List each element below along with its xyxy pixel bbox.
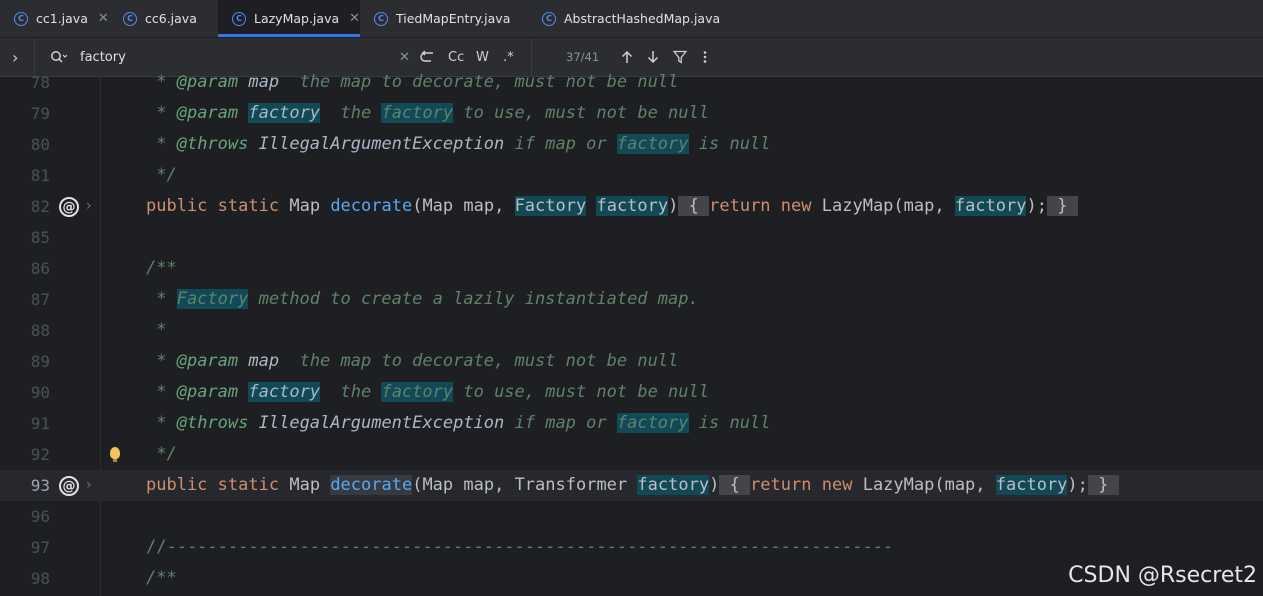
search-match: factory [637,475,710,495]
search-match: factory [596,196,669,216]
tab-label: cc6.java [145,11,197,26]
code-line: 79 * @param factory the factory to use, … [0,98,1263,129]
folded-brace: { [719,475,751,495]
line-number: 85 [30,228,50,247]
code-text: * @param map the map to decorate, must n… [146,351,679,371]
java-class-icon: C [14,11,28,26]
code-text: * @param factory the factory to use, mus… [146,382,709,402]
code-editor[interactable]: 78 * @param map the map to decorate, mus… [0,72,1263,596]
line-number: 89 [30,352,50,371]
line-number: 98 [30,569,50,588]
line-number: 80 [30,135,50,154]
code-line: 78 * @param map the map to decorate, mus… [0,67,1263,98]
code-line: 92 */ [0,439,1263,470]
close-icon[interactable]: ✕ [98,11,109,26]
line-number: 91 [30,414,50,433]
code-text: /** [146,258,177,278]
code-text: */ [146,165,177,185]
tab-label: TiedMapEntry.java [396,11,511,26]
code-text: public static Map decorate(Map map, Tran… [146,470,1119,501]
usage-highlight: decorate [330,475,413,495]
search-match: factory [616,413,689,433]
code-line: 89 * @param map the map to decorate, mus… [0,346,1263,377]
search-match: factory [381,103,454,123]
code-line: 86 /** [0,253,1263,284]
line-number: 86 [30,259,50,278]
java-class-icon: C [123,11,137,26]
search-match: Factory [176,289,249,309]
editor-tab-bar: C cc1.java ✕ C cc6.java C LazyMap.java ✕… [0,0,1263,38]
search-match: factory [616,134,689,154]
annotation-gutter-icon[interactable]: @ [59,197,79,217]
tab-abstracthashedmap[interactable]: C AbstractHashedMap.java [528,0,738,37]
code-line-current: 93 @ › public static Map decorate(Map ma… [0,470,1263,501]
line-number: 79 [30,104,50,123]
search-match: factory [248,382,321,402]
code-line: 81 */ [0,160,1263,191]
code-line: 82 @ › public static Map decorate(Map ma… [0,191,1263,222]
code-line: 90 * @param factory the factory to use, … [0,377,1263,408]
code-text: * @param map the map to decorate, must n… [146,72,679,92]
search-match: factory [995,475,1068,495]
code-text: * @throws IllegalArgumentException if ma… [146,134,771,154]
line-number: 90 [30,383,50,402]
line-number: 88 [30,321,50,340]
folded-brace: } [1087,475,1119,495]
tab-cc1[interactable]: C cc1.java ✕ [0,0,109,37]
line-number: 81 [30,166,50,185]
code-line: 91 * @throws IllegalArgumentException if… [0,408,1263,439]
code-text: /** [146,568,177,588]
code-text: */ [146,444,177,464]
line-number: 97 [30,538,50,557]
code-text: //--------------------------------------… [146,537,894,557]
line-number: 87 [30,290,50,309]
annotation-gutter-icon[interactable]: @ [59,476,79,496]
code-line: 80 * @throws IllegalArgumentException if… [0,129,1263,160]
line-number: 93 [30,476,50,495]
search-match: factory [954,196,1027,216]
code-text: * Factory method to create a lazily inst… [146,289,699,309]
line-number: 78 [30,73,50,92]
watermark: CSDN @Rsecret2 [1068,563,1257,588]
java-class-icon: C [232,11,246,26]
tab-tiedmapentry[interactable]: C TiedMapEntry.java [360,0,528,37]
code-text: * @throws IllegalArgumentException if ma… [146,413,771,433]
folded-brace: { [678,196,710,216]
tab-label: AbstractHashedMap.java [564,11,721,26]
tab-cc6[interactable]: C cc6.java [109,0,218,37]
search-match: factory [381,382,454,402]
search-match: factory [248,103,321,123]
code-line: 85 [0,222,1263,253]
fold-chevron-icon[interactable]: › [86,470,92,501]
code-text: * [146,320,167,340]
lightbulb-icon[interactable] [110,447,120,462]
code-line: 88 * [0,315,1263,346]
java-class-icon: C [542,11,556,26]
java-class-icon: C [374,11,388,26]
tab-lazymap[interactable]: C LazyMap.java ✕ [218,0,360,37]
code-line: 87 * Factory method to create a lazily i… [0,284,1263,315]
fold-chevron-icon[interactable]: › [86,191,92,222]
folded-brace: } [1046,196,1078,216]
code-text: public static Map decorate(Map map, Fact… [146,191,1078,222]
tab-label: LazyMap.java [254,11,340,26]
code-line: 97 //-----------------------------------… [0,532,1263,563]
code-text: * @param factory the factory to use, mus… [146,103,709,123]
line-number: 96 [30,507,50,526]
code-line: 96 [0,501,1263,532]
search-match: Factory [514,196,587,216]
tab-label: cc1.java [36,11,88,26]
close-icon[interactable]: ✕ [349,11,360,26]
line-number: 92 [30,445,50,464]
line-number: 82 [30,197,50,216]
